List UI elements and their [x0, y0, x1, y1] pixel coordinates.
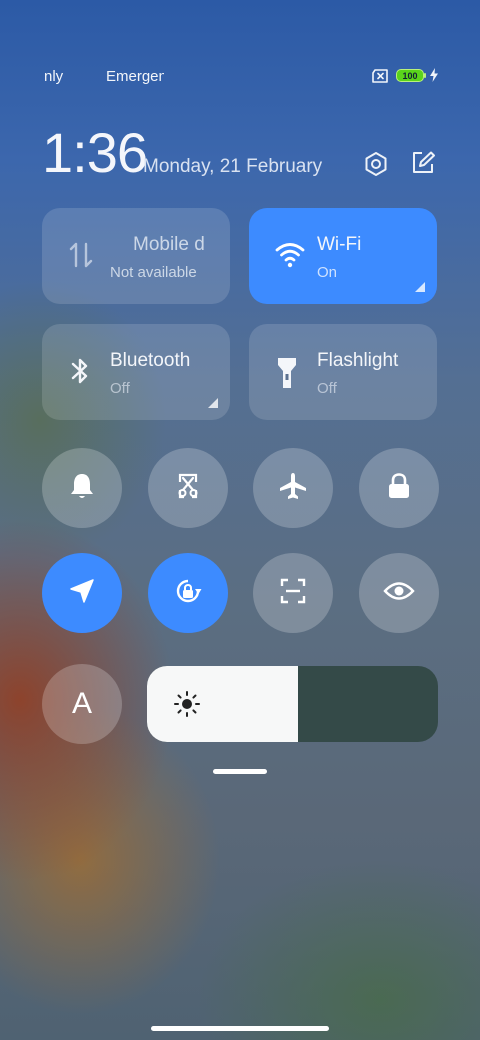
eye-icon: [383, 580, 415, 607]
auto-brightness-button[interactable]: A: [42, 664, 122, 744]
status-bar: nly Emergen 100: [0, 60, 480, 94]
clock: 1:36: [42, 121, 148, 184]
panel-drag-handle[interactable]: [213, 769, 267, 774]
expand-corner-icon[interactable]: [415, 282, 425, 292]
flashlight-title: Flashlight: [317, 350, 399, 371]
mobile-data-tile[interactable]: Mobile d Not available: [42, 208, 230, 304]
lock-screen-toggle[interactable]: [359, 448, 439, 528]
bell-icon: [69, 472, 95, 505]
wifi-title: Wi-Fi: [317, 234, 362, 255]
airplane-icon: [278, 471, 308, 506]
sound-toggle[interactable]: [42, 448, 122, 528]
sun-icon: [173, 690, 201, 723]
home-indicator[interactable]: [151, 1026, 329, 1031]
rotation-lock-icon: [172, 575, 204, 612]
carrier-label-1: nly: [44, 68, 64, 85]
brightness-slider-fill: [147, 666, 299, 742]
wifi-icon: [275, 240, 305, 273]
bluetooth-icon: [68, 356, 92, 391]
bluetooth-status: Off: [110, 380, 130, 397]
bluetooth-tile[interactable]: Bluetooth Off: [42, 324, 230, 420]
lock-icon: [386, 472, 412, 505]
wifi-status: On: [317, 264, 338, 281]
brightness-slider[interactable]: [147, 666, 438, 742]
airplane-mode-toggle[interactable]: [253, 448, 333, 528]
battery-indicator: 100: [396, 69, 424, 82]
date-label: Monday, 21 February: [143, 156, 323, 177]
screenshot-toggle[interactable]: [148, 448, 228, 528]
edit-icon[interactable]: [410, 150, 436, 181]
flashlight-tile[interactable]: Flashlight Off: [249, 324, 437, 420]
mobile-data-title: Mobile d: [133, 234, 205, 255]
flashlight-icon: [275, 356, 299, 395]
expand-corner-icon[interactable]: [208, 398, 218, 408]
rotation-lock-toggle[interactable]: [148, 553, 228, 633]
reading-mode-toggle[interactable]: [359, 553, 439, 633]
mobile-data-icon: [68, 240, 94, 275]
scanner-toggle[interactable]: [253, 553, 333, 633]
screenshot-icon: [174, 472, 202, 505]
bluetooth-title: Bluetooth: [110, 350, 191, 371]
carrier-label-2: Emergen: [106, 68, 164, 85]
no-sim-icon: [370, 68, 390, 88]
charging-icon: [429, 68, 439, 86]
location-toggle[interactable]: [42, 553, 122, 633]
wifi-tile[interactable]: Wi-Fi On: [249, 208, 437, 304]
location-icon: [69, 578, 95, 609]
scan-icon: [279, 577, 307, 610]
settings-icon[interactable]: [362, 150, 390, 183]
flashlight-status: Off: [317, 380, 337, 397]
battery-cap: [424, 73, 426, 78]
mobile-data-status: Not available: [110, 264, 197, 281]
